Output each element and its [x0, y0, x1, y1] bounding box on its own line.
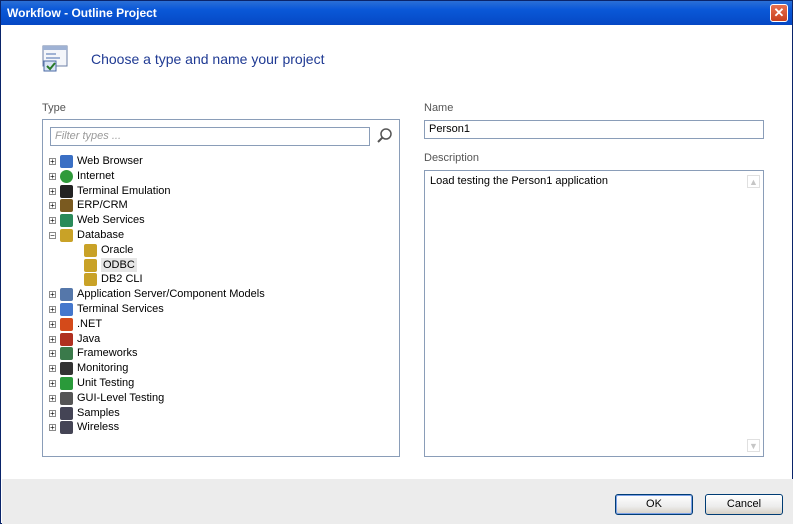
tree-item-label: Oracle: [101, 243, 134, 256]
frameworks-icon: [60, 347, 73, 361]
project-wizard-icon: [42, 45, 68, 72]
description-label: Description: [424, 152, 480, 164]
tree-item-label: Database: [77, 228, 125, 241]
erp-icon: [60, 199, 73, 213]
web-services-icon: [60, 214, 73, 228]
tree-item-label: Terminal Services: [77, 302, 164, 315]
wireless-icon: [60, 421, 73, 435]
db-icon: [84, 243, 97, 257]
tree-item-label: Unit Testing: [77, 376, 135, 389]
db-icon: [84, 258, 97, 272]
expand-icon[interactable]: +: [49, 202, 56, 210]
expand-icon[interactable]: +: [49, 350, 56, 358]
expand-icon[interactable]: +: [49, 394, 56, 402]
tree-item-label: Java: [77, 332, 101, 345]
samples-icon: [60, 406, 73, 420]
tree-item-label: Monitoring: [77, 362, 129, 375]
page-heading: Choose a type and name your project: [91, 51, 325, 67]
expand-icon[interactable]: +: [49, 187, 56, 195]
type-tree-panel: Filter types ... + Web Browser + Internet + T…: [42, 119, 400, 457]
expand-icon[interactable]: +: [49, 365, 56, 373]
type-label: Type: [42, 102, 66, 114]
expand-icon[interactable]: +: [49, 172, 56, 180]
dialog-footer: OK Cancel: [2, 479, 793, 524]
filter-types-input[interactable]: Filter types ...: [50, 127, 370, 146]
tree-item-label: ERP/CRM: [77, 199, 128, 212]
cancel-button[interactable]: Cancel: [705, 494, 783, 515]
tree-item-label: Terminal Emulation: [77, 184, 171, 197]
expand-icon[interactable]: +: [49, 291, 56, 299]
expand-icon[interactable]: +: [49, 409, 56, 417]
close-button[interactable]: ✕: [770, 4, 788, 22]
database-icon: [60, 228, 73, 242]
scroll-up-arrow-icon[interactable]: ▲: [747, 175, 760, 188]
name-label: Name: [424, 102, 454, 114]
java-icon: [60, 332, 73, 346]
tree-item-label: Application Server/Component Models: [77, 288, 265, 301]
app-server-icon: [60, 288, 73, 302]
title-bar: Workflow - Outline Project ✕: [1, 1, 792, 25]
tree-item-label: GUI-Level Testing: [77, 391, 165, 404]
collapse-icon[interactable]: −: [49, 231, 56, 239]
gui-testing-icon: [60, 391, 73, 405]
tree-item-label: Frameworks: [77, 347, 138, 360]
name-input[interactable]: Person1: [424, 120, 764, 139]
dialog-window: Workflow - Outline Project ✕ Choose a ty…: [0, 0, 793, 524]
scroll-down-arrow-icon[interactable]: ▼: [747, 439, 760, 452]
ok-button[interactable]: OK: [615, 494, 693, 515]
tree-item-label: Web Browser: [77, 155, 143, 167]
browser-icon: [60, 155, 73, 168]
expand-icon[interactable]: +: [49, 217, 56, 225]
dotnet-icon: [60, 317, 73, 331]
tree-item-label: Internet: [77, 169, 115, 182]
monitoring-icon: [60, 362, 73, 376]
expand-icon[interactable]: +: [49, 158, 56, 166]
tree-item-label: DB2 CLI: [101, 273, 143, 286]
expand-icon[interactable]: +: [49, 305, 56, 313]
expand-icon[interactable]: +: [49, 335, 56, 343]
unit-testing-icon: [60, 376, 73, 390]
description-text: Load testing the Person1 application: [430, 175, 608, 187]
tree-item-label: Wireless: [77, 421, 120, 434]
search-icon[interactable]: [376, 127, 394, 145]
db-icon: [84, 273, 97, 287]
globe-icon: [60, 169, 73, 183]
close-icon: ✕: [773, 5, 785, 20]
expand-icon[interactable]: +: [49, 379, 56, 387]
terminal-icon: [60, 184, 73, 198]
tree-item-label: Web Services: [77, 214, 145, 227]
tree-item-label: Samples: [77, 406, 120, 419]
terminal-services-icon: [60, 302, 73, 316]
expand-icon[interactable]: +: [49, 320, 56, 328]
expand-icon[interactable]: +: [49, 424, 56, 432]
description-textarea[interactable]: Load testing the Person1 application ▲ ▼: [424, 170, 764, 457]
window-title: Workflow - Outline Project: [7, 6, 157, 20]
tree-item-label: ODBC: [101, 257, 137, 273]
tree-item-label: .NET: [77, 317, 103, 330]
